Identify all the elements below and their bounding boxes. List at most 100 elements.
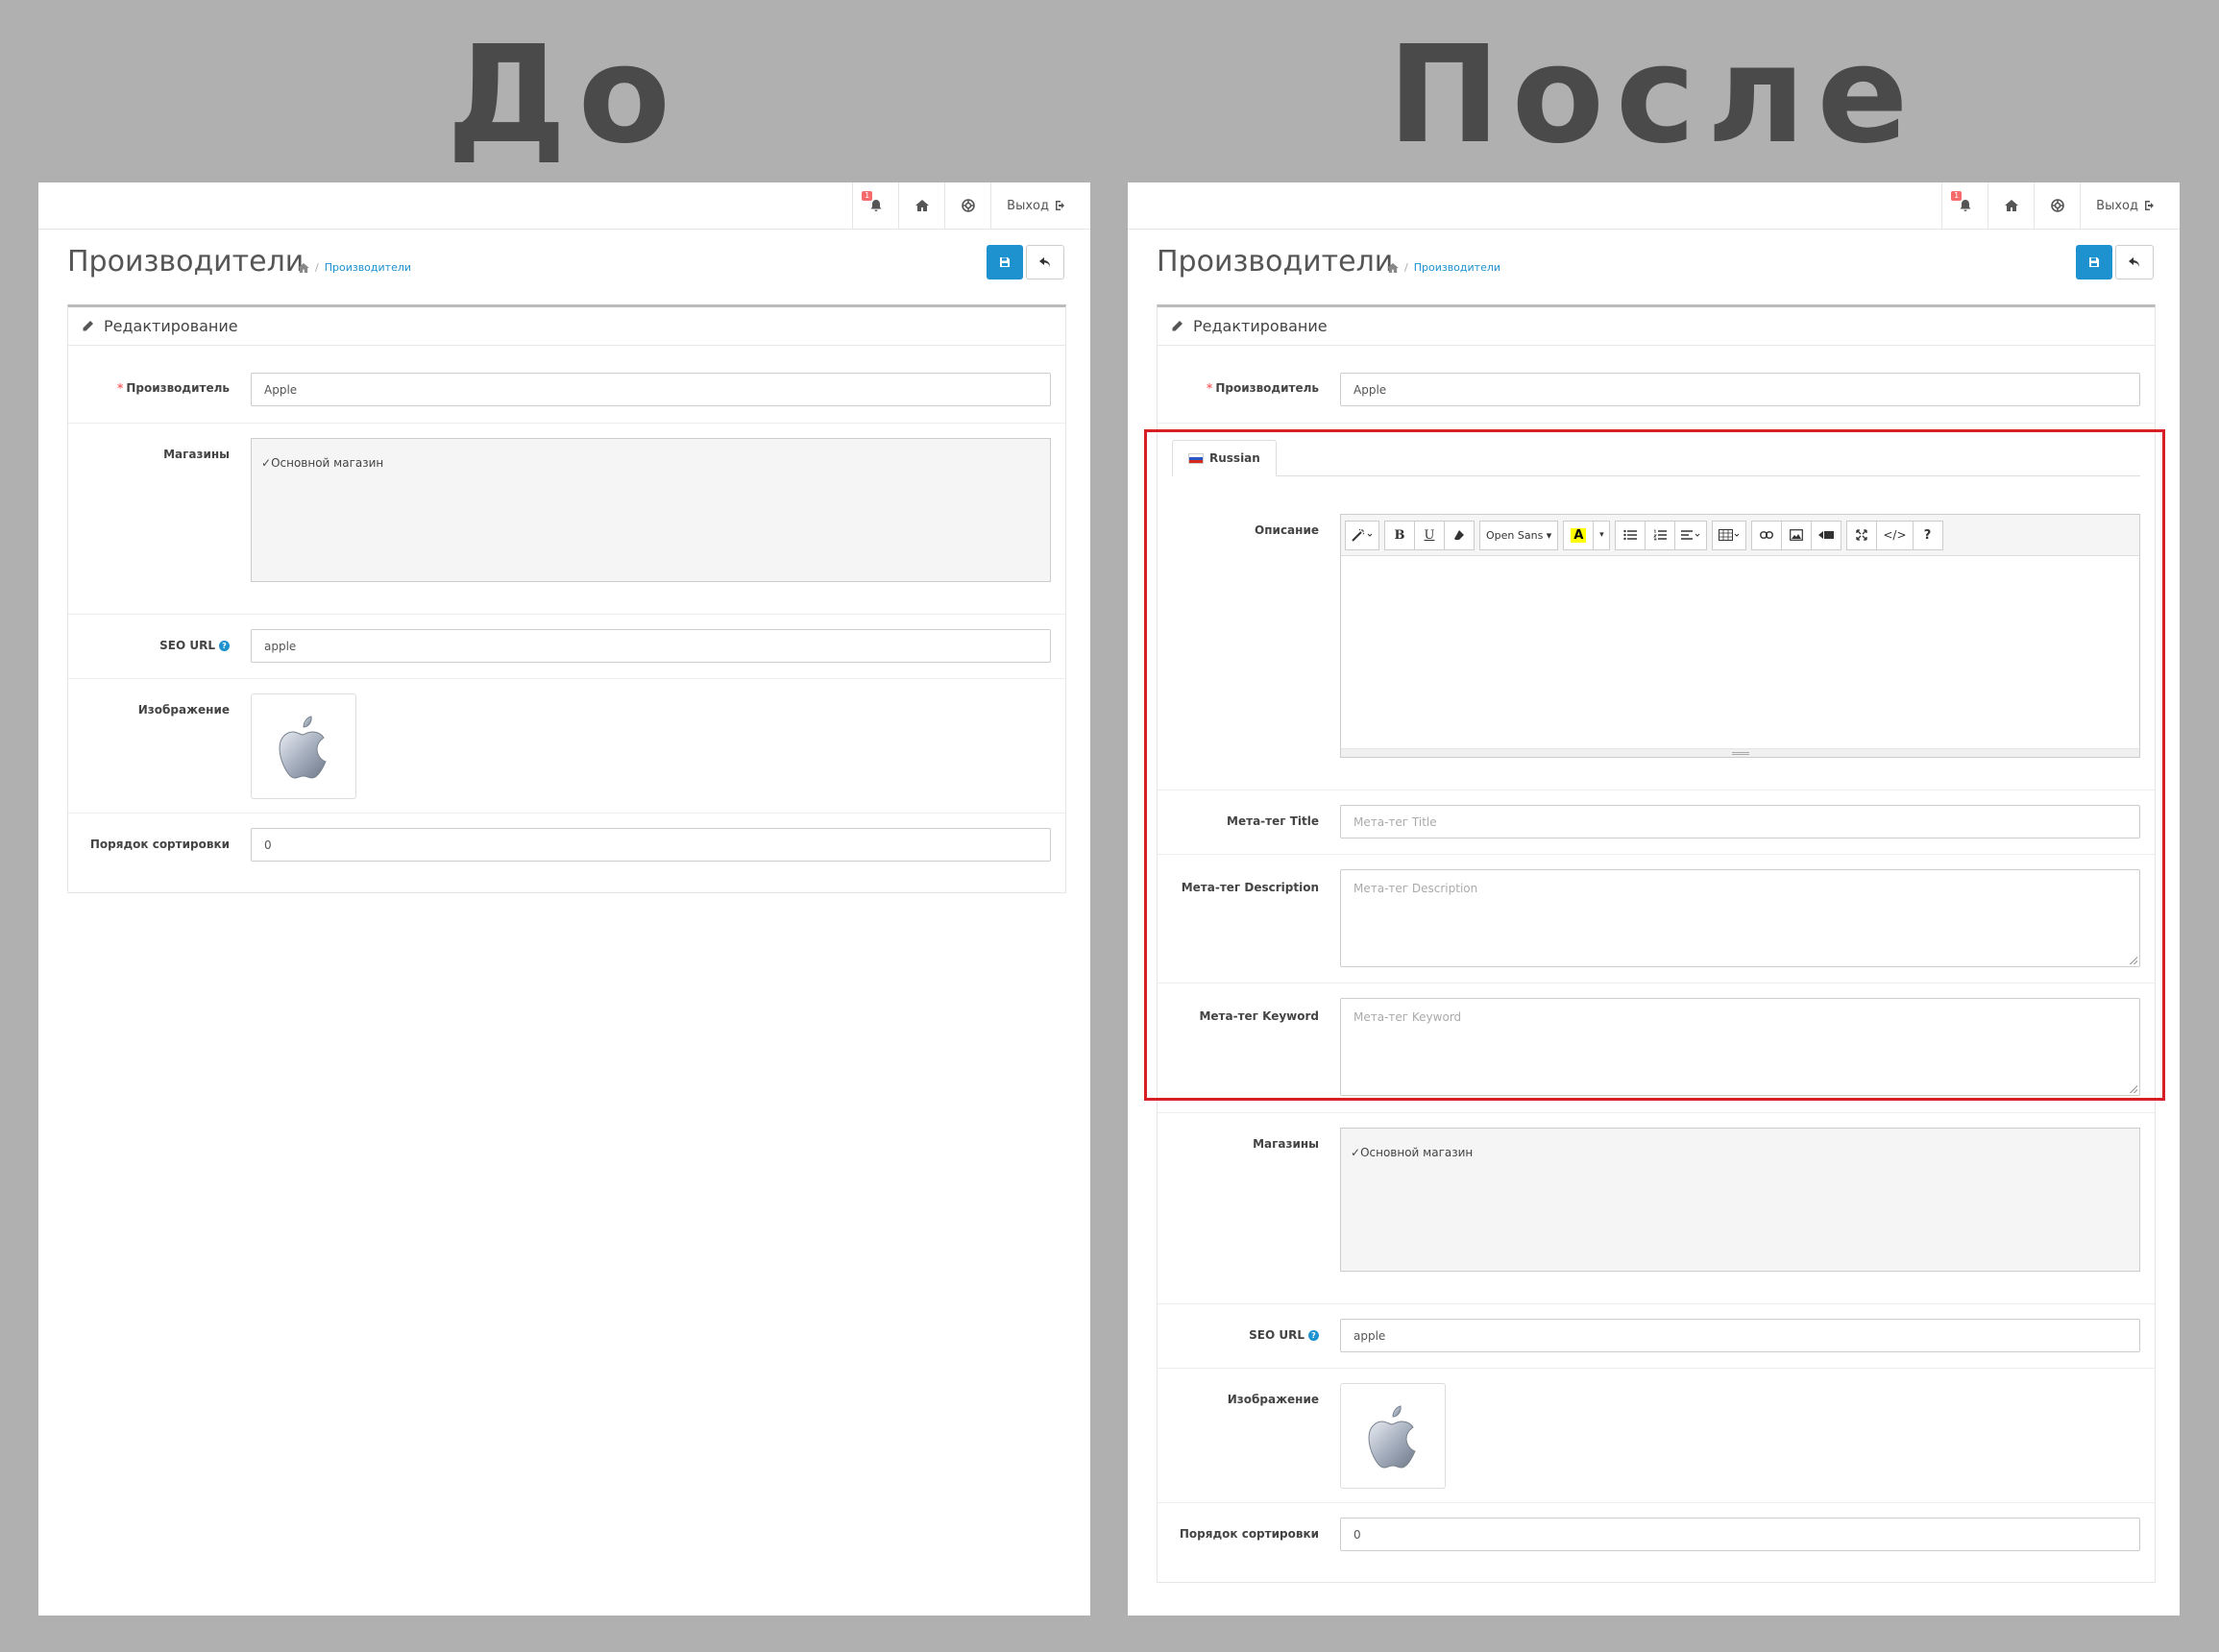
row-seo-url: SEO URL? apple [1158, 1304, 2155, 1369]
help-button[interactable] [2034, 182, 2080, 229]
row-description: Описание B U Open Sans ▾ A ▾ </> ? [1158, 476, 2155, 790]
sort-order-input[interactable]: 0 [1340, 1518, 2140, 1551]
reply-icon [2129, 256, 2139, 267]
row-manufacturer: * Производитель Apple [1158, 346, 2155, 424]
manufacturer-input[interactable]: Apple [251, 373, 1051, 406]
table-button[interactable] [1712, 520, 1747, 550]
page-title: Производители [1157, 245, 1394, 279]
help-icon[interactable]: ? [1308, 1330, 1319, 1341]
heading-before: До [447, 17, 682, 174]
row-image: Изображение [1158, 1369, 2155, 1503]
language-tabs: Russian [1172, 433, 2140, 476]
sort-order-input[interactable]: 0 [251, 828, 1051, 862]
image-thumbnail[interactable] [1340, 1383, 1446, 1489]
sign-out-icon [2145, 201, 2154, 210]
help-button[interactable] [944, 182, 990, 229]
home-button[interactable] [898, 182, 944, 229]
sort-order-label: Порядок сортировки [1179, 1527, 1319, 1541]
text-color-dropdown[interactable]: ▾ [1593, 520, 1611, 550]
stores-label: Магазины [163, 448, 230, 461]
row-manufacturer: * Производитель Apple [68, 346, 1065, 424]
meta-title-input[interactable]: Мета-тег Title [1340, 805, 2140, 838]
language-section: Russian Описание B U Open Sans ▾ A ▾ </>… [1158, 424, 2155, 1113]
help-icon[interactable]: ? [219, 641, 230, 651]
breadcrumb-link[interactable]: Производители [325, 261, 411, 274]
notification-badge: 1 [1951, 191, 1963, 201]
editor-resize-handle[interactable] [1341, 748, 2139, 757]
back-button[interactable] [1026, 245, 1064, 279]
video-button[interactable] [1811, 520, 1842, 550]
lifebuoy-icon [961, 199, 975, 212]
numbered-list-button[interactable] [1645, 520, 1676, 550]
home-button[interactable] [1987, 182, 2034, 229]
card-title: Редактирование [104, 317, 238, 335]
save-button[interactable] [987, 245, 1023, 279]
font-family-label: Open Sans [1486, 528, 1544, 542]
fullscreen-button[interactable] [1846, 520, 1878, 550]
meta-description-textarea[interactable]: Мета-тег Description [1340, 869, 2140, 967]
seo-url-input[interactable]: apple [1340, 1319, 2140, 1352]
top-bar: 1 Выход [1128, 182, 2180, 230]
code-view-button[interactable]: </> [1876, 520, 1914, 550]
save-icon [1000, 257, 1010, 267]
tab-russian-label: Russian [1209, 451, 1260, 465]
pencil-icon [1172, 321, 1183, 331]
store-checkbox[interactable]: ✓ [1351, 1146, 1360, 1159]
store-checkbox[interactable]: ✓ [261, 456, 271, 470]
stores-list: ✓Основной магазин [251, 438, 1051, 582]
page-title: Производители [67, 245, 305, 279]
row-image: Изображение [68, 679, 1065, 814]
eraser-icon [1454, 530, 1464, 540]
text-color-button[interactable]: A [1563, 520, 1595, 550]
seo-url-label: SEO URL [159, 639, 215, 652]
meta-description-label: Мета-тег Description [1181, 881, 1319, 894]
bold-button[interactable]: B [1384, 520, 1415, 550]
style-button[interactable] [1345, 520, 1379, 550]
save-icon [2089, 257, 2099, 267]
tab-russian[interactable]: Russian [1172, 440, 1277, 476]
home-icon[interactable] [1387, 262, 1399, 273]
image-thumbnail[interactable] [251, 693, 356, 799]
stores-list: ✓Основной магазин [1340, 1128, 2140, 1272]
back-button[interactable] [2115, 245, 2154, 279]
image-label: Изображение [137, 703, 230, 717]
notifications-button[interactable]: 1 [1941, 182, 1987, 229]
image-label: Изображение [1227, 1393, 1319, 1406]
logout-button[interactable]: Выход [2080, 182, 2180, 229]
underline-button[interactable]: U [1414, 520, 1445, 550]
video-icon [1818, 531, 1835, 539]
breadcrumb-link[interactable]: Производители [1414, 261, 1500, 274]
apple-logo-icon [1368, 1405, 1416, 1469]
stores-label: Магазины [1253, 1137, 1319, 1151]
manufacturer-label: Производитель [126, 381, 230, 395]
card-header: Редактирование [68, 307, 1065, 346]
question-icon: ? [1923, 527, 1932, 543]
meta-keyword-textarea[interactable]: Мета-тег Keyword [1340, 998, 2140, 1096]
logout-button[interactable]: Выход [990, 182, 1090, 229]
heading-after: После [1387, 17, 1920, 174]
breadcrumb: / Производители [1387, 261, 1500, 274]
image-button[interactable] [1781, 520, 1813, 550]
seo-url-input[interactable]: apple [251, 629, 1051, 663]
home-icon[interactable] [298, 262, 309, 273]
expand-icon [1856, 529, 1867, 541]
help-editor-button[interactable]: ? [1912, 520, 1943, 550]
clear-format-button[interactable] [1444, 520, 1475, 550]
row-meta-description: Мета-тег Description Мета-тег Descriptio… [1158, 855, 2155, 984]
font-color-icon: A [1571, 527, 1587, 543]
link-button[interactable] [1751, 520, 1783, 550]
code-icon: </> [1883, 528, 1907, 542]
font-family-dropdown[interactable]: Open Sans ▾ [1479, 520, 1559, 550]
notifications-button[interactable]: 1 [852, 182, 898, 229]
save-button[interactable] [2076, 245, 2112, 279]
description-label: Описание [1255, 523, 1319, 537]
manufacturer-input[interactable]: Apple [1340, 373, 2140, 406]
row-sort-order: Порядок сортировки 0 [1158, 1503, 2155, 1582]
paragraph-button[interactable] [1674, 520, 1708, 550]
russian-flag-icon [1188, 452, 1204, 464]
bullet-list-button[interactable] [1615, 520, 1646, 550]
pencil-icon [83, 321, 93, 331]
logout-label: Выход [2096, 198, 2138, 213]
editor-content[interactable] [1341, 556, 2139, 746]
table-icon [1719, 529, 1740, 541]
